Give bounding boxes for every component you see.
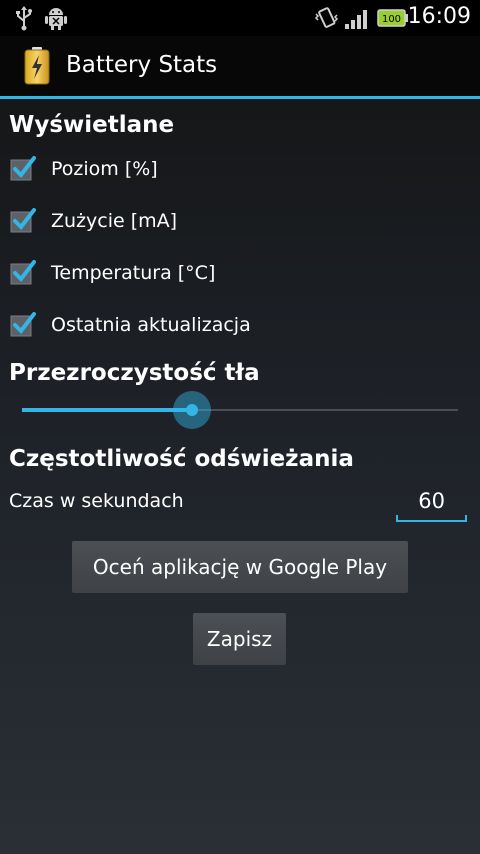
checkbox-row-temperature[interactable]: Temperatura [°C] <box>0 251 480 299</box>
checkbox-label-level: Poziom [%] <box>51 158 158 180</box>
action-bar: Battery Stats <box>0 36 480 99</box>
usb-icon <box>14 5 34 35</box>
checkbox-label-temperature: Temperatura [°C] <box>51 262 216 284</box>
checkbox-row-level[interactable]: Poziom [%] <box>0 147 480 195</box>
slider-thumb[interactable] <box>186 404 198 416</box>
save-button[interactable]: Zapisz <box>193 613 286 665</box>
refresh-interval-label: Czas w sekundach <box>9 490 184 512</box>
app-title: Battery Stats <box>66 52 218 78</box>
battery-icon: 100 <box>377 9 409 31</box>
refresh-interval-value: 60 <box>418 489 445 513</box>
checkbox-row-last-update[interactable]: Ostatnia aktualizacja <box>0 303 480 351</box>
refresh-section-title: Częstotliwość odświeżania <box>9 446 354 472</box>
checkbox-row-usage[interactable]: Zużycie [mA] <box>0 199 480 247</box>
rate-app-button[interactable]: Oceń aplikację w Google Play <box>72 541 408 593</box>
battery-app-icon <box>24 47 50 89</box>
checkbox-last-update[interactable] <box>10 311 36 337</box>
checkbox-temperature[interactable] <box>10 259 36 285</box>
vibrate-icon <box>314 5 340 35</box>
checkbox-label-last-update: Ostatnia aktualizacja <box>51 314 251 336</box>
input-underline <box>396 515 467 522</box>
transparency-section-title: Przezroczystość tła <box>9 360 260 386</box>
slider-fill <box>22 408 192 412</box>
checkbox-usage[interactable] <box>10 207 36 233</box>
checkbox-level[interactable] <box>10 155 36 181</box>
transparency-slider[interactable] <box>22 390 458 430</box>
status-bar: 100 16:09 <box>0 0 480 36</box>
status-time: 16:09 <box>407 4 471 29</box>
android-debug-icon <box>44 5 68 35</box>
displayed-section-title: Wyświetlane <box>9 112 175 138</box>
battery-level-text: 100 <box>382 14 401 25</box>
refresh-interval-input[interactable]: 60 <box>396 486 467 522</box>
checkbox-label-usage: Zużycie [mA] <box>51 210 178 232</box>
signal-icon <box>344 5 370 35</box>
